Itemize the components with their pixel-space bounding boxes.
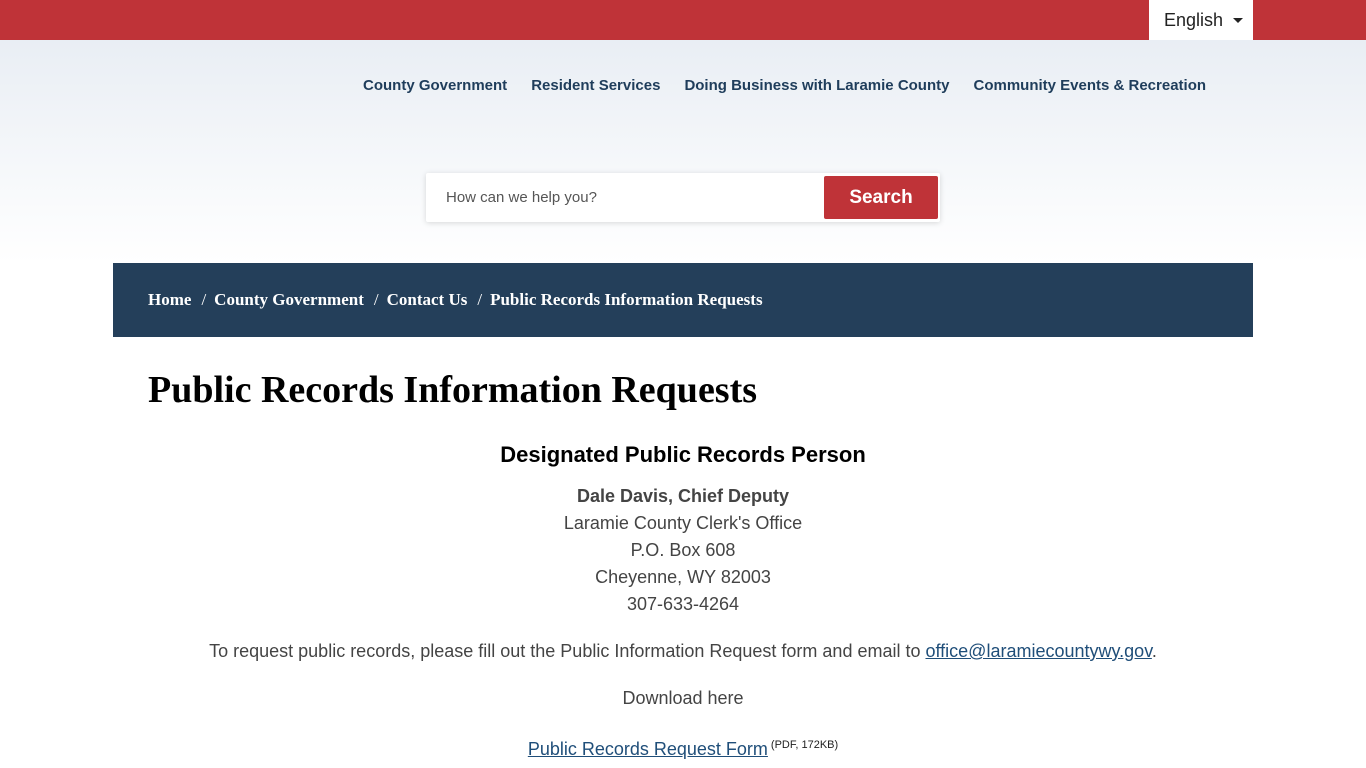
- breadcrumb-separator: /: [477, 290, 483, 309]
- request-period: .: [1151, 641, 1157, 661]
- file-meta: (PDF, 172KB): [770, 739, 839, 751]
- main-content: Designated Public Records Person Dale Da…: [113, 440, 1253, 763]
- breadcrumb-separator: /: [373, 290, 379, 309]
- contact-heading: Designated Public Records Person: [500, 442, 866, 467]
- breadcrumb-contact-us[interactable]: Contact Us: [387, 290, 468, 310]
- nav-item-community-events[interactable]: Community Events & Recreation: [973, 76, 1206, 96]
- request-instructions: To request public records, please fill o…: [113, 638, 1253, 665]
- nav-item-county-government[interactable]: County Government: [363, 76, 507, 96]
- language-selector[interactable]: English: [1149, 0, 1253, 40]
- contact-city: Cheyenne, WY 82003: [595, 567, 771, 587]
- caret-down-icon: [1233, 18, 1243, 23]
- breadcrumb-separator: /: [201, 290, 207, 309]
- breadcrumb-home[interactable]: Home: [148, 290, 191, 310]
- form-download-line: Public Records Request Form (PDF, 172KB): [113, 732, 1253, 763]
- page-title: Public Records Information Requests: [148, 369, 758, 411]
- search-box: Search: [426, 173, 940, 222]
- contact-phone: 307-633-4264: [626, 594, 740, 614]
- breadcrumb-county-government[interactable]: County Government: [214, 290, 364, 310]
- email-link[interactable]: office@laramiecountywy.gov: [925, 641, 1151, 661]
- contact-po-box: P.O. Box 608: [630, 540, 736, 560]
- contact-block: Dale Davis, Chief Deputy Laramie County …: [113, 483, 1253, 618]
- contact-name: Dale Davis, Chief Deputy: [576, 486, 790, 506]
- main-nav: County Government Resident Services Doin…: [363, 76, 1230, 96]
- request-text: To request public records, please fill o…: [209, 641, 926, 661]
- public-records-form-link[interactable]: Public Records Request Form: [528, 739, 768, 759]
- breadcrumb-current: Public Records Information Requests: [490, 290, 763, 309]
- nav-item-doing-business[interactable]: Doing Business with Laramie County: [684, 76, 949, 96]
- nav-item-resident-services[interactable]: Resident Services: [531, 76, 660, 96]
- search-input[interactable]: [426, 173, 822, 222]
- download-label: Download here: [622, 688, 744, 708]
- breadcrumb: Home / County Government / Contact Us / …: [113, 263, 1253, 337]
- language-selected: English: [1164, 10, 1224, 30]
- search-button[interactable]: Search: [824, 176, 938, 219]
- contact-office: Laramie County Clerk's Office: [563, 513, 803, 533]
- header-hero: [0, 40, 1366, 263]
